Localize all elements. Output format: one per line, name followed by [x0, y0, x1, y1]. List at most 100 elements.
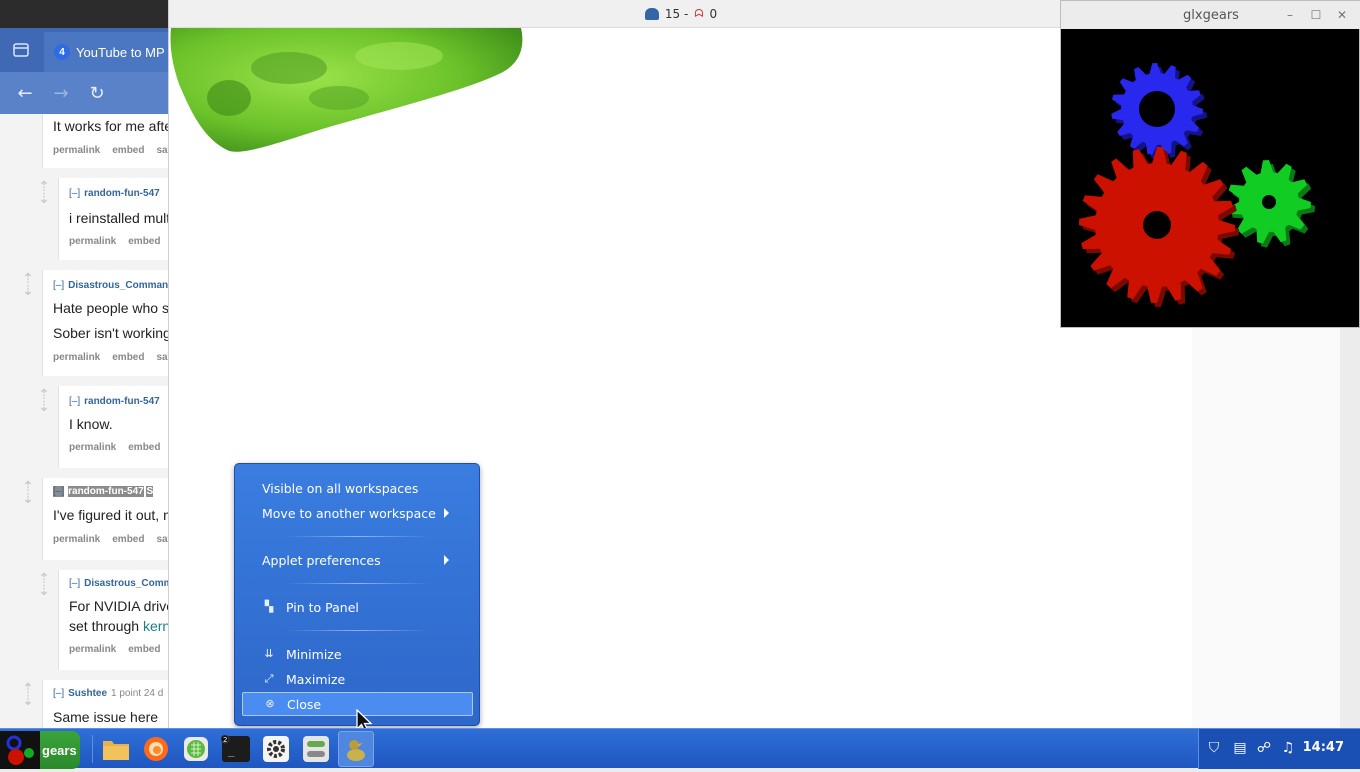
embed-link[interactable]: embed — [128, 644, 160, 655]
firefox-icon[interactable] — [140, 733, 172, 765]
kernel-link[interactable]: kern — [143, 618, 170, 634]
permalink-link[interactable]: permalink — [69, 236, 116, 247]
terminal-icon[interactable]: _ 2 — [220, 733, 252, 765]
vote-arrows[interactable]: ⇡ ⇣ — [34, 179, 54, 205]
comment: [–] random-fun-547 I know. permalink embed — [58, 386, 168, 468]
menu-move-to-workspace[interactable]: Move to another workspace — [242, 501, 473, 525]
vote-arrows[interactable]: ⇡ ⇣ — [18, 271, 38, 297]
embed-link[interactable]: embed — [112, 534, 144, 545]
menu-minimize[interactable]: ⇊ Minimize — [242, 642, 473, 666]
close-icon[interactable]: ✕ — [1333, 6, 1351, 24]
vote-arrows[interactable]: ⇡ ⇣ — [34, 387, 54, 413]
permalink-link[interactable]: permalink — [53, 145, 100, 156]
close-icon: ⊗ — [265, 697, 275, 710]
submenu-arrow-icon — [444, 508, 449, 518]
tab-list-icon[interactable] — [0, 28, 42, 72]
comment-body: Hate people who s — [53, 300, 169, 316]
comment-author[interactable]: [–] Sushtee 1 point 24 d — [53, 688, 163, 699]
start-label: gears — [42, 742, 77, 758]
green-gear — [1227, 160, 1315, 248]
menu-separator — [285, 630, 431, 631]
maximize-icon[interactable]: ☐ — [1307, 6, 1325, 24]
comment-body-line2: Sober isn't working — [53, 325, 171, 341]
comment: [–] Sushtee 1 point 24 d Same issue here — [42, 680, 168, 728]
shield-icon[interactable]: ⛉ — [1205, 739, 1223, 757]
glxgears-start-icon — [0, 731, 40, 769]
file-manager-icon[interactable] — [100, 733, 132, 765]
comment-actions: permalink embed — [69, 236, 172, 247]
menu-separator — [285, 536, 431, 537]
minimize-icon: ⇊ — [264, 647, 274, 660]
menu-applet-preferences[interactable]: Applet preferences — [242, 548, 473, 572]
vote-arrows[interactable]: ⇡ ⇣ — [18, 479, 38, 505]
clipboard-icon[interactable]: ▤ — [1231, 739, 1249, 757]
comment-body: I've figured it out, n — [53, 507, 171, 523]
comment-body: Same issue here — [53, 709, 159, 725]
comment-body-line2: set through kern — [69, 618, 171, 634]
permalink-link[interactable]: permalink — [53, 352, 100, 363]
comment-actions: permalink embed — [69, 442, 172, 453]
comment-actions: permalink embed — [69, 644, 172, 655]
comment: It works for me afte permalink embed sav — [42, 114, 173, 168]
ghost-icon: ᗣ — [694, 6, 704, 20]
comment: [–] Disastrous_Comm For NVIDIA drive set … — [58, 570, 174, 670]
forward-icon[interactable]: → — [50, 82, 72, 104]
tab-title: YouTube to MP — [76, 44, 165, 60]
tab-count-badge: 4 — [54, 44, 70, 60]
embed-link[interactable]: embed — [112, 145, 144, 156]
reload-icon[interactable]: ↻ — [86, 82, 108, 104]
comment-body: It works for me afte — [53, 118, 173, 134]
spreadsheet-icon[interactable] — [180, 733, 212, 765]
permalink-link[interactable]: permalink — [69, 644, 116, 655]
menu-visible-all-workspaces[interactable]: Visible on all workspaces — [242, 476, 473, 500]
music-icon[interactable]: ♫ — [1279, 739, 1297, 757]
users-icon — [644, 7, 659, 20]
permalink-link[interactable]: permalink — [69, 442, 116, 453]
vote-arrows[interactable]: ⇡ ⇣ — [34, 571, 54, 597]
settings-icon[interactable] — [260, 733, 292, 765]
menu-maximize[interactable]: ⤢ Maximize — [242, 667, 473, 691]
clock[interactable]: 14:47 — [1303, 740, 1344, 755]
maximize-icon: ⤢ — [264, 672, 274, 685]
menu-pin-to-panel[interactable]: ▚ Pin to Panel — [242, 595, 473, 619]
embed-link[interactable]: embed — [112, 352, 144, 363]
background-panel — [1192, 328, 1340, 728]
red-gear — [1079, 147, 1239, 307]
submenu-arrow-icon — [444, 555, 449, 565]
comment-author[interactable]: [–] Disastrous_Comman — [53, 280, 168, 291]
comment-author[interactable]: [–] random-fun-547 S — [53, 486, 154, 497]
back-icon[interactable]: ← — [14, 82, 36, 104]
comment-author[interactable]: [–] Disastrous_Comm — [69, 578, 172, 589]
pin-icon: ▚ — [264, 600, 274, 613]
comment-body: I know. — [69, 416, 113, 432]
network-icon[interactable]: ☍ — [1255, 739, 1273, 757]
comment-body: i reinstalled mult — [69, 210, 171, 226]
comment: [–] random-fun-547 S I've figured it out,… — [42, 478, 173, 560]
glxgears-titlebar[interactable]: glxgears – ☐ ✕ — [1061, 1, 1360, 29]
vote-arrows[interactable]: ⇡ ⇣ — [18, 681, 38, 707]
blue-gear — [1111, 63, 1207, 159]
permalink-link[interactable]: permalink — [53, 534, 100, 545]
gears-canvas — [1079, 63, 1315, 307]
embed-link[interactable]: embed — [128, 442, 160, 453]
svg-text:_: _ — [228, 744, 235, 757]
embed-link[interactable]: embed — [128, 236, 160, 247]
taskbar: gears _ 2 ⛉ ▤ ☍ ♫ 14:47 — [0, 728, 1360, 769]
window-titlebar[interactable]: 15 - ᗣ 0 — [169, 0, 1193, 28]
minimize-icon[interactable]: – — [1281, 6, 1299, 24]
svg-text:2: 2 — [223, 736, 227, 744]
comment-author[interactable]: [–] random-fun-547 — [69, 188, 160, 199]
start-button[interactable]: gears — [0, 731, 80, 769]
comment-author[interactable]: [–] random-fun-547 — [69, 396, 160, 407]
title-count: 15 - — [664, 6, 689, 21]
taskbar-separator — [92, 735, 93, 763]
background-edge — [1340, 328, 1360, 728]
glxgears-app-icon[interactable] — [338, 731, 374, 767]
comment-body: For NVIDIA drive — [69, 598, 175, 614]
green-blob-image — [170, 28, 523, 152]
toggle-app-icon[interactable] — [300, 733, 332, 765]
comment-actions: permalink embed sav — [53, 534, 185, 545]
glxgears-window: glxgears – ☐ ✕ — [1060, 0, 1360, 328]
comment-actions: permalink embed sav — [53, 145, 185, 156]
menu-separator — [285, 583, 431, 584]
